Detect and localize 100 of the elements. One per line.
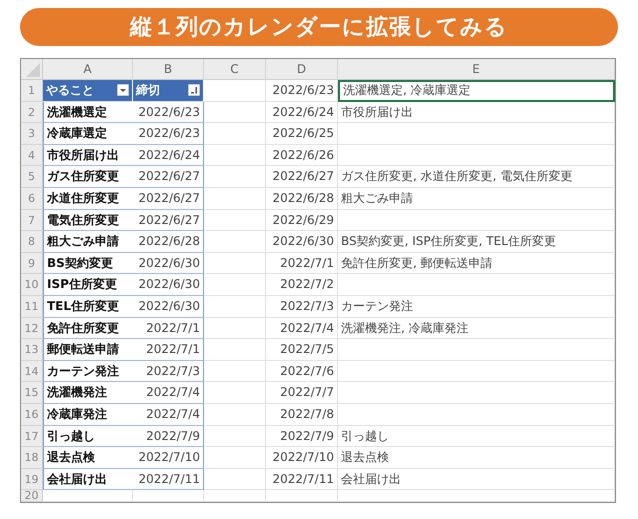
table-cell: 粗大ごみ申請 [338,188,615,210]
row-number[interactable]: 9 [21,252,43,274]
sort-filter-icon[interactable] [188,84,200,96]
row-number[interactable]: 5 [21,166,43,188]
table-cell: 2022/7/4 [133,404,204,426]
column-header[interactable]: C [204,59,266,80]
table-cell: 退去点検 [338,447,615,469]
table-cell: TEL住所変更 [43,296,133,318]
row-number[interactable]: 12 [21,318,43,340]
table-cell: 2022/7/8 [266,404,338,426]
table-cell: 2022/6/24 [266,102,338,124]
table-cell: 会社届け出 [338,468,615,490]
empty-cell [204,252,266,274]
row-number[interactable]: 14 [21,360,43,382]
table-cell: 2022/7/1 [133,339,204,361]
table-cell: 2022/6/30 [133,296,204,318]
row-number[interactable]: 2 [21,102,43,124]
empty-cell [204,490,266,502]
empty-cell [204,210,266,232]
table-cell: 2022/6/30 [133,252,204,274]
column-header[interactable]: E [338,59,615,80]
empty-cell [204,426,266,448]
table-cell: 会社届け出 [43,468,133,490]
row-number[interactable]: 6 [21,188,43,210]
table-cell: 2022/6/25 [266,123,338,145]
table-cell: 2022/7/4 [266,318,338,340]
table-cell: 2022/7/2 [266,274,338,296]
dropdown-icon[interactable] [117,84,129,96]
corner-triangle-icon [26,63,40,77]
empty-cell [204,318,266,340]
row-number[interactable]: 16 [21,404,43,426]
empty-cell [204,188,266,210]
table-cell: 免許住所変更 [43,318,133,340]
row-number[interactable]: 8 [21,231,43,253]
table-cell: 2022/6/23 [266,80,338,102]
table-cell: ガス住所変更, 水道住所変更, 電気住所変更 [338,166,615,188]
table-cell: 免許住所変更, 郵便転送申請 [338,252,615,274]
table-cell: 2022/7/3 [266,296,338,318]
empty-cell [204,274,266,296]
row-number[interactable]: 1 [21,80,43,102]
table-cell: 2022/6/23 [133,123,204,145]
table-cell: 引っ越し [43,426,133,448]
table-cell: 2022/6/30 [133,274,204,296]
table-cell: 2022/7/11 [133,468,204,490]
table-cell: 2022/6/23 [133,102,204,124]
row-number[interactable]: 11 [21,296,43,318]
row-number[interactable]: 10 [21,274,43,296]
empty-cell [204,296,266,318]
empty-cell [204,123,266,145]
table-cell: 冷蔵庫発注 [43,404,133,426]
table-cell: 2022/7/10 [133,447,204,469]
table-cell: 粗大ごみ申請 [43,231,133,253]
table-cell: 郵便転送申請 [43,339,133,361]
row-number[interactable]: 17 [21,426,43,448]
empty-cell [266,490,338,502]
table-cell: 2022/6/27 [133,188,204,210]
empty-cell [204,339,266,361]
empty-cell [204,382,266,404]
table-cell: カーテン発注 [338,296,615,318]
table-cell: 2022/6/27 [133,166,204,188]
table-cell: 2022/6/26 [266,144,338,166]
table-cell: 2022/7/7 [266,382,338,404]
column-header[interactable]: D [266,59,338,80]
table-cell: 2022/6/28 [266,188,338,210]
table-cell: 2022/6/27 [133,210,204,232]
table-cell: 冷蔵庫選定 [43,123,133,145]
row-number[interactable]: 3 [21,123,43,145]
table-cell: 2022/7/11 [266,468,338,490]
row-number[interactable]: 13 [21,339,43,361]
table-cell: 2022/6/29 [266,210,338,232]
empty-cell [204,404,266,426]
table-cell: 2022/6/24 [133,144,204,166]
table-cell: 2022/7/3 [133,360,204,382]
table-cell: 洗濯機発注, 冷蔵庫発注 [338,318,615,340]
table-cell: 洗濯機選定, 冷蔵庫選定 [338,80,615,102]
empty-cell [204,468,266,490]
column-title: やること [46,82,94,99]
table-cell: 洗濯機選定 [43,102,133,124]
column-header[interactable]: A [43,59,133,80]
row-number[interactable]: 20 [21,490,43,502]
column-title: 締切 [136,82,160,99]
table-cell: ISP住所変更 [43,274,133,296]
table-cell: 2022/7/1 [133,318,204,340]
row-number[interactable]: 4 [21,144,43,166]
empty-cell [133,490,204,502]
table-cell: 2022/7/5 [266,339,338,361]
table-cell: 市役所届け出 [338,102,615,124]
empty-cell [204,231,266,253]
row-number[interactable]: 15 [21,382,43,404]
row-number[interactable]: 19 [21,468,43,490]
table-cell: カーテン発注 [43,360,133,382]
row-number[interactable]: 18 [21,447,43,469]
table-cell: 2022/7/1 [266,252,338,274]
table-cell: 2022/7/6 [266,360,338,382]
table-cell: 2022/7/10 [266,447,338,469]
table-cell: BS契約変更, ISP住所変更, TEL住所変更 [338,231,615,253]
column-header[interactable]: B [133,59,204,80]
empty-cell [204,360,266,382]
table-cell: ガス住所変更 [43,166,133,188]
row-number[interactable]: 7 [21,210,43,232]
